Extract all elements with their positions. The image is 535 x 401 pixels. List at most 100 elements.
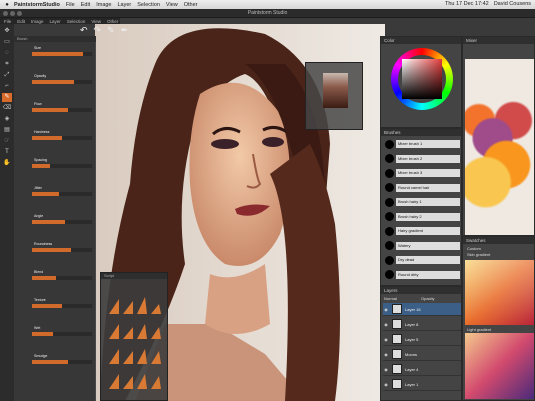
color-panel: Color xyxy=(380,36,462,128)
swatch-group-custom[interactable]: Custom xyxy=(467,246,481,251)
brush-setting-slider[interactable] xyxy=(32,108,92,112)
menu-layer[interactable]: Layer xyxy=(118,2,132,8)
layer-name: Layer 1 xyxy=(405,381,419,387)
brush-setting-slider[interactable] xyxy=(32,248,92,252)
brush-setting-slider[interactable] xyxy=(32,136,92,140)
brush-preset[interactable]: Dry dead xyxy=(385,255,460,265)
menu-view[interactable]: View xyxy=(166,2,178,8)
brush-preset-label: Round camel hair xyxy=(396,183,460,192)
layer-row[interactable]: ◉ Moons xyxy=(383,348,461,361)
brush-setting-slider[interactable] xyxy=(32,80,92,84)
hand-tool-icon[interactable]: ✋ xyxy=(2,159,12,168)
brush-preset[interactable]: Brush hairy 1 xyxy=(385,197,460,207)
brush-tip-icon xyxy=(385,255,394,265)
brush-tool-icon[interactable]: ✎ xyxy=(107,25,115,36)
brush-tool-icon[interactable]: ✎ xyxy=(2,93,12,102)
close-button[interactable] xyxy=(3,11,8,16)
brush-setting-slider[interactable] xyxy=(32,304,92,308)
brush-preset[interactable]: Mixer brush 1 xyxy=(385,139,460,149)
brush-preset[interactable]: Mixer brush 2 xyxy=(385,154,460,164)
brush-preset[interactable]: Mixer brush 3 xyxy=(385,168,460,178)
slider-fill xyxy=(32,52,83,56)
brush-preset[interactable]: Watery xyxy=(385,241,460,251)
brush-preset-label: Brush hairy 2 xyxy=(396,212,460,221)
brush-tip-previews xyxy=(109,297,161,389)
lasso-tool-icon[interactable]: ◌ xyxy=(2,49,12,58)
swatch-grid-skin[interactable] xyxy=(465,260,534,325)
brush-preset[interactable]: Round camel hair xyxy=(385,183,460,193)
brush-preset-label: Dry dead xyxy=(396,256,460,264)
slider-fill xyxy=(32,332,53,336)
user-name[interactable]: David Cousens xyxy=(494,1,531,7)
layer-row[interactable]: ◉ Layer 1 xyxy=(383,378,461,391)
brush-tip-icon xyxy=(385,139,394,149)
menu-image[interactable]: Image xyxy=(96,2,111,8)
brush-preset-label: Round dirty xyxy=(396,270,460,279)
crop-tool-icon[interactable]: ⌗ xyxy=(2,60,12,69)
layer-row[interactable]: ◉ Layer 16 xyxy=(383,303,461,316)
brush-preset[interactable]: Hairy gradient xyxy=(385,226,460,236)
move-tool-icon[interactable]: ✥ xyxy=(2,27,12,36)
apple-icon[interactable]: ● xyxy=(0,2,14,8)
saturation-value-square[interactable] xyxy=(402,59,442,99)
eraser-tool-icon[interactable]: ⌫ xyxy=(2,104,12,113)
minimize-button[interactable] xyxy=(10,11,15,16)
app-menu-name[interactable]: PaintstormStudio xyxy=(14,2,60,8)
blend-mode-select[interactable]: Normal xyxy=(384,296,397,301)
visibility-eye-icon[interactable]: ◉ xyxy=(383,307,389,312)
window-title: Paintstorm Studio xyxy=(247,10,288,16)
layers-panel: Layers Normal Opacity ◉ Layer 16 ◉ Layer 8 ◉… xyxy=(380,286,462,401)
smudge-tool-icon[interactable]: ☞ xyxy=(2,137,12,146)
pen-tool-icon[interactable]: ✒ xyxy=(121,25,129,36)
brush-preset[interactable]: Round dirty xyxy=(385,270,460,280)
select-tool-icon[interactable]: ▭ xyxy=(2,38,12,47)
layer-row[interactable]: ◉ Layer 5 xyxy=(383,333,461,346)
fill-tool-icon[interactable]: ◈ xyxy=(2,115,12,124)
layer-name: Layer 5 xyxy=(405,336,419,342)
slider-fill xyxy=(32,248,71,252)
appmenu-selection[interactable]: Selection xyxy=(67,19,86,24)
gradient-tool-icon[interactable]: ▤ xyxy=(2,126,12,135)
transform-tool-icon[interactable]: ⤢ xyxy=(2,71,12,80)
swatch-group-skin[interactable]: Skin gradient xyxy=(467,252,490,257)
appmenu-layer[interactable]: Layer xyxy=(50,19,61,24)
menu-selection[interactable]: Selection xyxy=(137,2,160,8)
brush-setting-slider[interactable] xyxy=(32,52,92,56)
brush-setting-slider[interactable] xyxy=(32,164,92,168)
menu-edit[interactable]: Edit xyxy=(81,2,90,8)
mixer-canvas[interactable] xyxy=(465,59,534,235)
brush-setting-label: Roundness xyxy=(34,242,53,246)
clock[interactable]: Thu 17 Dec 17:42 xyxy=(445,1,489,7)
swatch-grid-light[interactable] xyxy=(465,333,534,399)
visibility-eye-icon[interactable]: ◉ xyxy=(383,382,389,387)
layer-row[interactable]: ◉ Layer 4 xyxy=(383,363,461,376)
zoom-button[interactable] xyxy=(17,11,22,16)
appmenu-other[interactable]: Other xyxy=(107,19,118,24)
brush-setting-slider[interactable] xyxy=(32,276,92,280)
appmenu-view[interactable]: View xyxy=(91,19,101,24)
appmenu-file[interactable]: File xyxy=(4,19,11,24)
window-titlebar: Paintstorm Studio xyxy=(0,9,535,18)
brush-setting-label: Spacing xyxy=(34,158,47,162)
menu-other[interactable]: Other xyxy=(184,2,198,8)
swatch-group-light[interactable]: Light gradient xyxy=(467,327,491,332)
brush-setting-label: Angle xyxy=(34,214,44,218)
text-tool-icon[interactable]: T xyxy=(2,148,12,157)
brush-setting-slider[interactable] xyxy=(32,332,92,336)
visibility-eye-icon[interactable]: ◉ xyxy=(383,352,389,357)
layer-row[interactable]: ◉ Layer 8 xyxy=(383,318,461,331)
brush-preset[interactable]: Brush hairy 2 xyxy=(385,212,460,222)
appmenu-edit[interactable]: Edit xyxy=(17,19,25,24)
visibility-eye-icon[interactable]: ◉ xyxy=(383,367,389,372)
brush-setting-slider[interactable] xyxy=(32,192,92,196)
visibility-eye-icon[interactable]: ◉ xyxy=(383,322,389,327)
appmenu-image[interactable]: Image xyxy=(31,19,44,24)
brush-setting-slider[interactable] xyxy=(32,360,92,364)
undo-icon[interactable]: ↶ xyxy=(80,25,88,36)
visibility-eye-icon[interactable]: ◉ xyxy=(383,337,389,342)
menu-file[interactable]: File xyxy=(66,2,75,8)
eyedropper-tool-icon[interactable]: ⌐ xyxy=(2,82,12,91)
brush-setting-slider[interactable] xyxy=(32,220,92,224)
mixer-panel-title: Mixer xyxy=(463,37,534,44)
redo-icon[interactable]: ↷ xyxy=(94,25,102,36)
